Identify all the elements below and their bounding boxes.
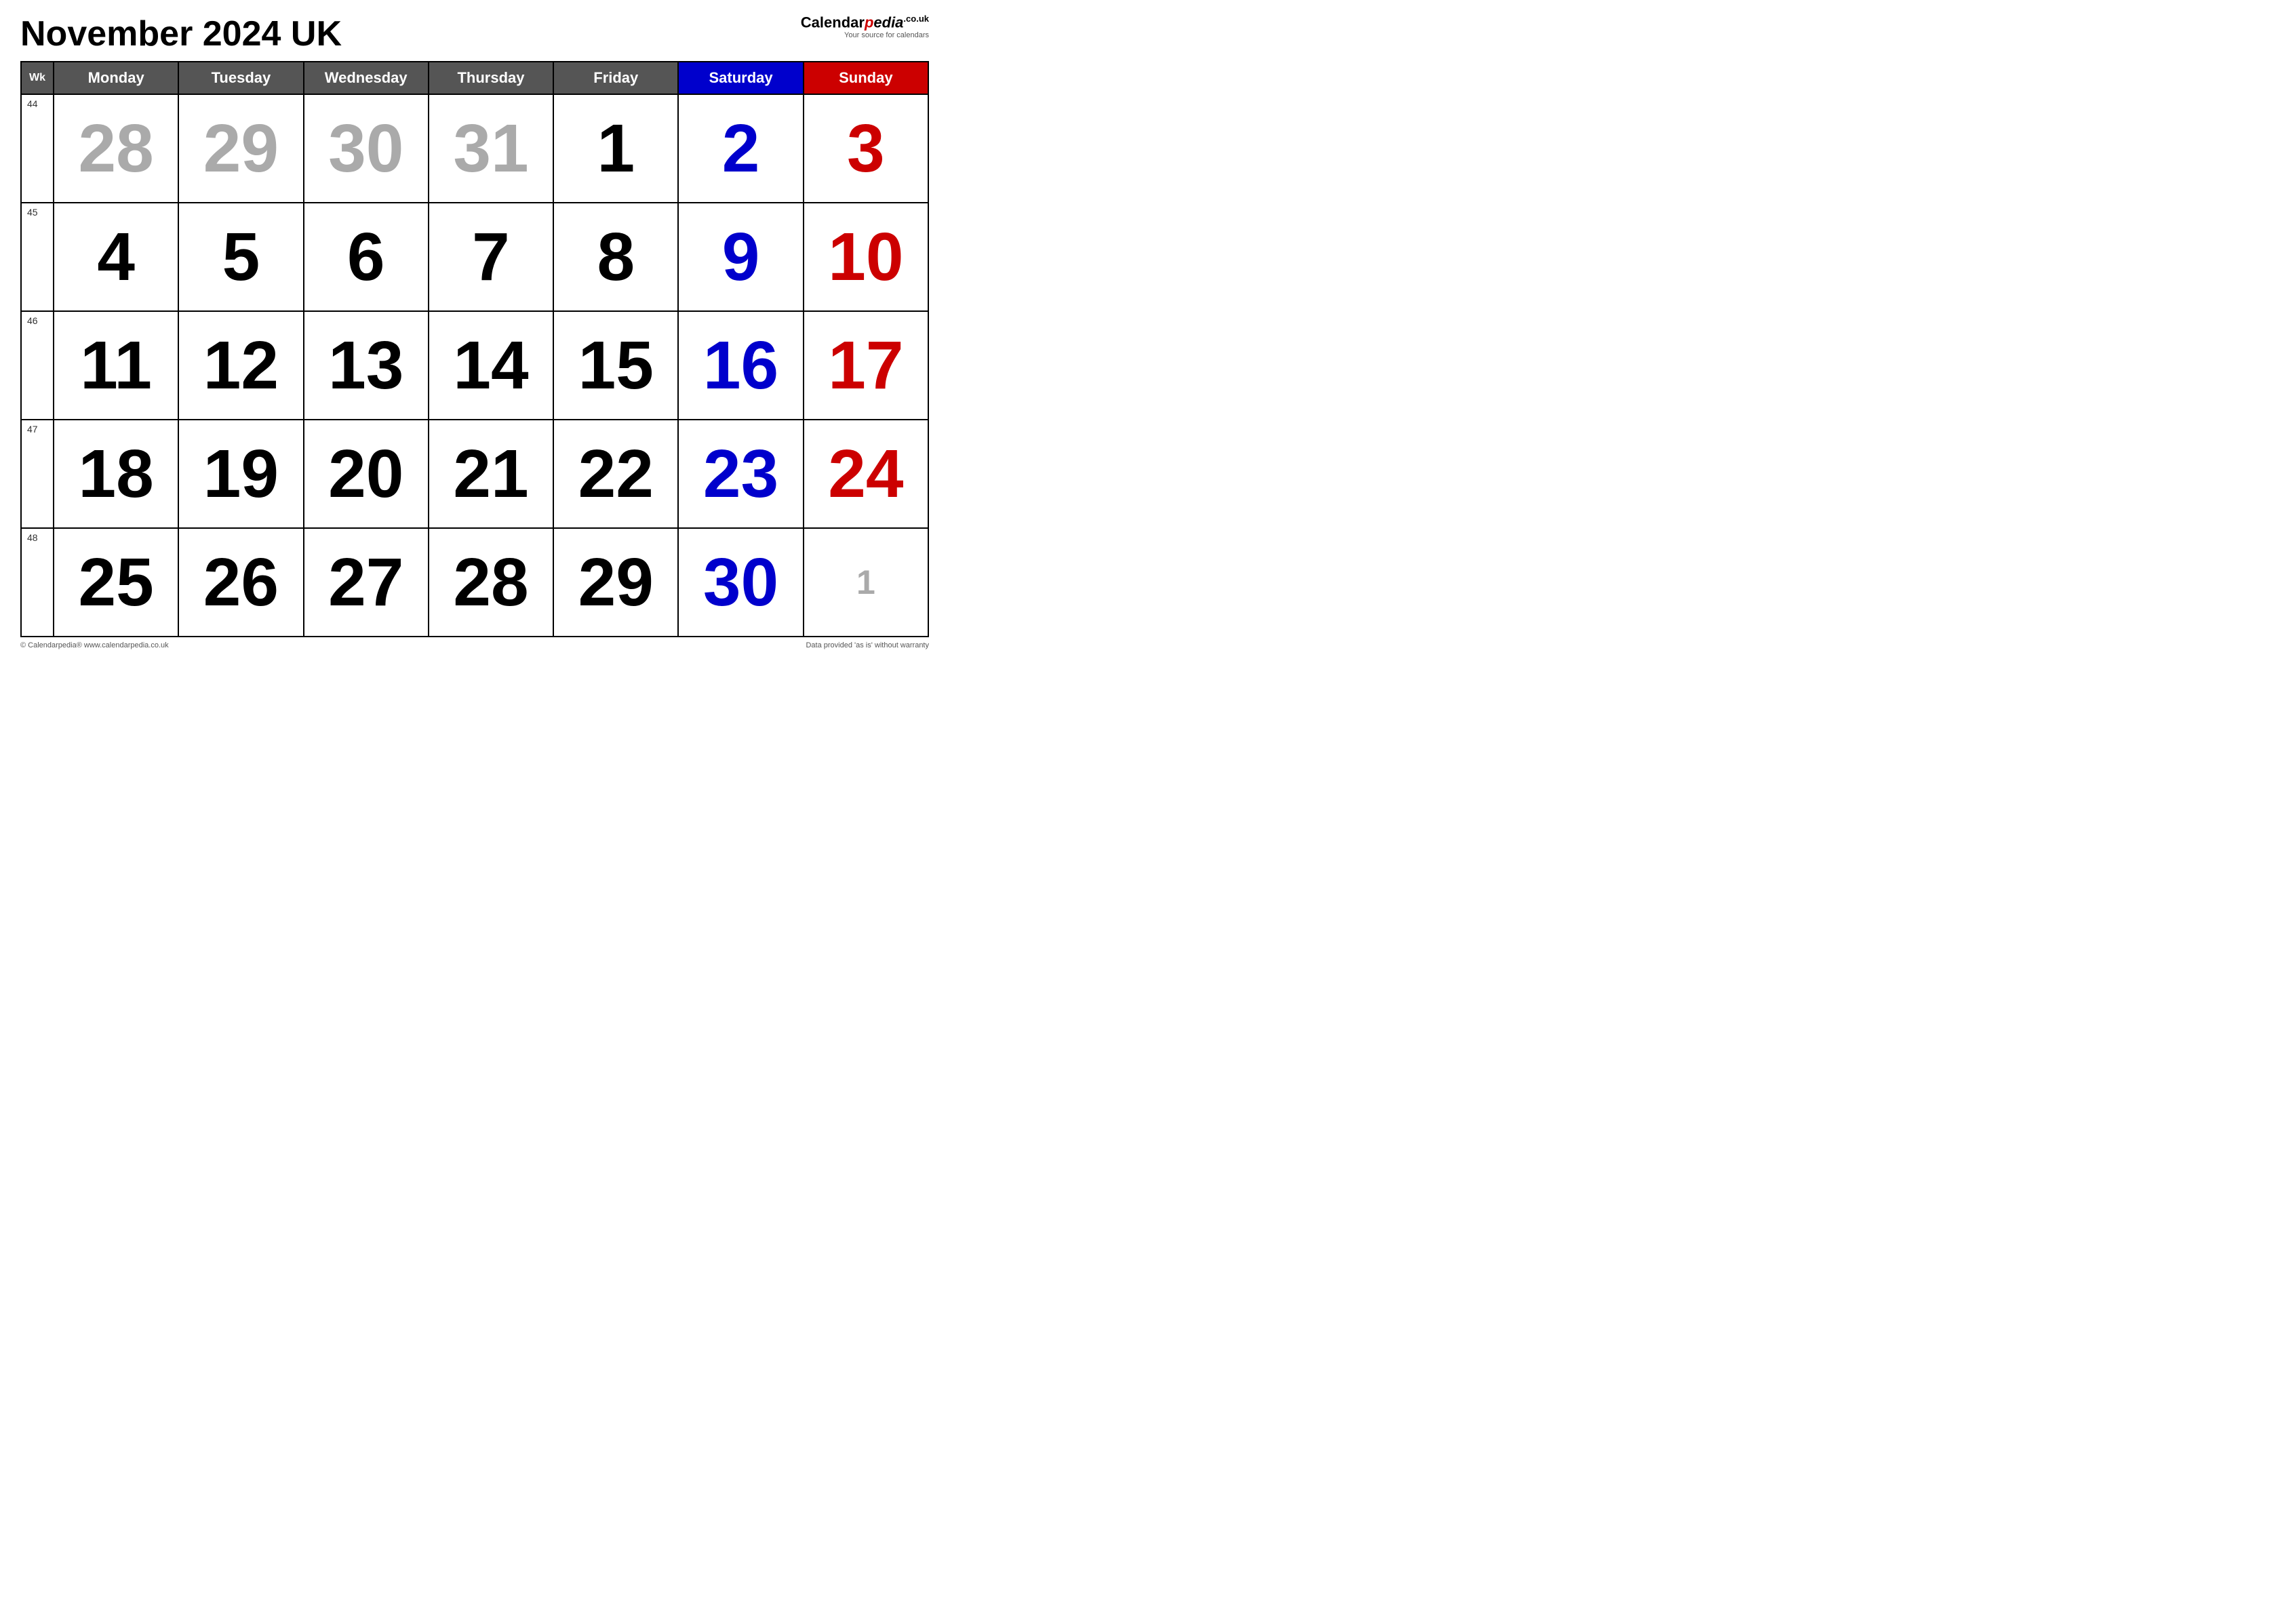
day-number: 24: [810, 424, 922, 524]
wednesday-column-header: Wednesday: [304, 62, 429, 94]
day-number: 14: [435, 315, 547, 416]
day-cell: 16: [678, 311, 803, 420]
day-cell: 28: [54, 94, 178, 203]
day-number: 4: [60, 207, 172, 307]
day-cell: 3: [804, 94, 928, 203]
day-cell: 22: [553, 420, 678, 528]
day-number: 15: [559, 315, 672, 416]
week-number: 48: [21, 528, 54, 637]
day-cell: 28: [429, 528, 553, 637]
day-number: 16: [684, 315, 797, 416]
day-cell: 30: [678, 528, 803, 637]
day-cell: 20: [304, 420, 429, 528]
friday-column-header: Friday: [553, 62, 678, 94]
day-cell: 29: [178, 94, 303, 203]
day-cell: 8: [553, 203, 678, 311]
day-cell: 1: [804, 528, 928, 637]
day-cell: 18: [54, 420, 178, 528]
footer-right: Data provided 'as is' without warranty: [806, 641, 929, 649]
day-number: 21: [435, 424, 547, 524]
day-number: 22: [559, 424, 672, 524]
day-cell: 1: [553, 94, 678, 203]
logo-tld: .co.uk: [903, 14, 929, 24]
day-cell: 7: [429, 203, 553, 311]
day-number: 20: [310, 424, 422, 524]
day-number: 11: [60, 315, 172, 416]
footer-left: © Calendarpedia® www.calendarpedia.co.uk: [20, 641, 169, 649]
page-title: November 2024 UK: [20, 14, 342, 54]
day-number: 10: [810, 207, 922, 307]
day-cell: 17: [804, 311, 928, 420]
day-number: 5: [184, 207, 297, 307]
monday-column-header: Monday: [54, 62, 178, 94]
week-number: 44: [21, 94, 54, 203]
week-number: 47: [21, 420, 54, 528]
day-cell: 23: [678, 420, 803, 528]
column-headers: Wk Monday Tuesday Wednesday Thursday Fri…: [21, 62, 928, 94]
day-cell: 25: [54, 528, 178, 637]
thursday-column-header: Thursday: [429, 62, 553, 94]
day-cell: 11: [54, 311, 178, 420]
day-cell: 21: [429, 420, 553, 528]
day-cell: 31: [429, 94, 553, 203]
day-cell: 2: [678, 94, 803, 203]
wk-column-header: Wk: [21, 62, 54, 94]
day-number: 19: [184, 424, 297, 524]
day-number: 6: [310, 207, 422, 307]
day-number: 9: [684, 207, 797, 307]
sunday-column-header: Sunday: [804, 62, 928, 94]
day-cell: 30: [304, 94, 429, 203]
calendar-row: 4718192021222324: [21, 420, 928, 528]
day-number: 29: [559, 532, 672, 632]
day-number: 1: [559, 98, 672, 199]
day-cell: 6: [304, 203, 429, 311]
day-number: 28: [435, 532, 547, 632]
page-header: November 2024 UK Calendarpedia.co.uk You…: [20, 14, 929, 54]
day-number: 2: [684, 98, 797, 199]
day-cell: 27: [304, 528, 429, 637]
day-number: 17: [810, 315, 922, 416]
calendar-row: 482526272829301: [21, 528, 928, 637]
logo: Calendarpedia.co.uk Your source for cale…: [801, 14, 929, 39]
day-cell: 12: [178, 311, 303, 420]
day-number: 18: [60, 424, 172, 524]
day-number: 26: [184, 532, 297, 632]
day-number: 23: [684, 424, 797, 524]
day-cell: 4: [54, 203, 178, 311]
day-number: 12: [184, 315, 297, 416]
day-cell: 26: [178, 528, 303, 637]
day-number: 13: [310, 315, 422, 416]
tuesday-column-header: Tuesday: [178, 62, 303, 94]
day-number: 7: [435, 207, 547, 307]
calendar-table: Wk Monday Tuesday Wednesday Thursday Fri…: [20, 61, 929, 637]
calendar-row: 4428293031123: [21, 94, 928, 203]
day-number: 1: [810, 532, 922, 632]
day-cell: 29: [553, 528, 678, 637]
day-cell: 10: [804, 203, 928, 311]
day-number: 28: [60, 98, 172, 199]
logo-tagline: Your source for calendars: [801, 31, 929, 39]
day-cell: 9: [678, 203, 803, 311]
day-cell: 24: [804, 420, 928, 528]
day-number: 29: [184, 98, 297, 199]
day-cell: 14: [429, 311, 553, 420]
day-cell: 5: [178, 203, 303, 311]
week-number: 45: [21, 203, 54, 311]
day-cell: 13: [304, 311, 429, 420]
day-number: 25: [60, 532, 172, 632]
calendar-row: 4611121314151617: [21, 311, 928, 420]
footer: © Calendarpedia® www.calendarpedia.co.uk…: [20, 641, 929, 649]
day-cell: 15: [553, 311, 678, 420]
day-number: 8: [559, 207, 672, 307]
day-cell: 19: [178, 420, 303, 528]
logo-text: Calendarpedia.co.uk: [801, 14, 929, 31]
day-number: 27: [310, 532, 422, 632]
calendar-row: 4545678910: [21, 203, 928, 311]
day-number: 30: [310, 98, 422, 199]
day-number: 30: [684, 532, 797, 632]
saturday-column-header: Saturday: [678, 62, 803, 94]
day-number: 3: [810, 98, 922, 199]
week-number: 46: [21, 311, 54, 420]
day-number: 31: [435, 98, 547, 199]
